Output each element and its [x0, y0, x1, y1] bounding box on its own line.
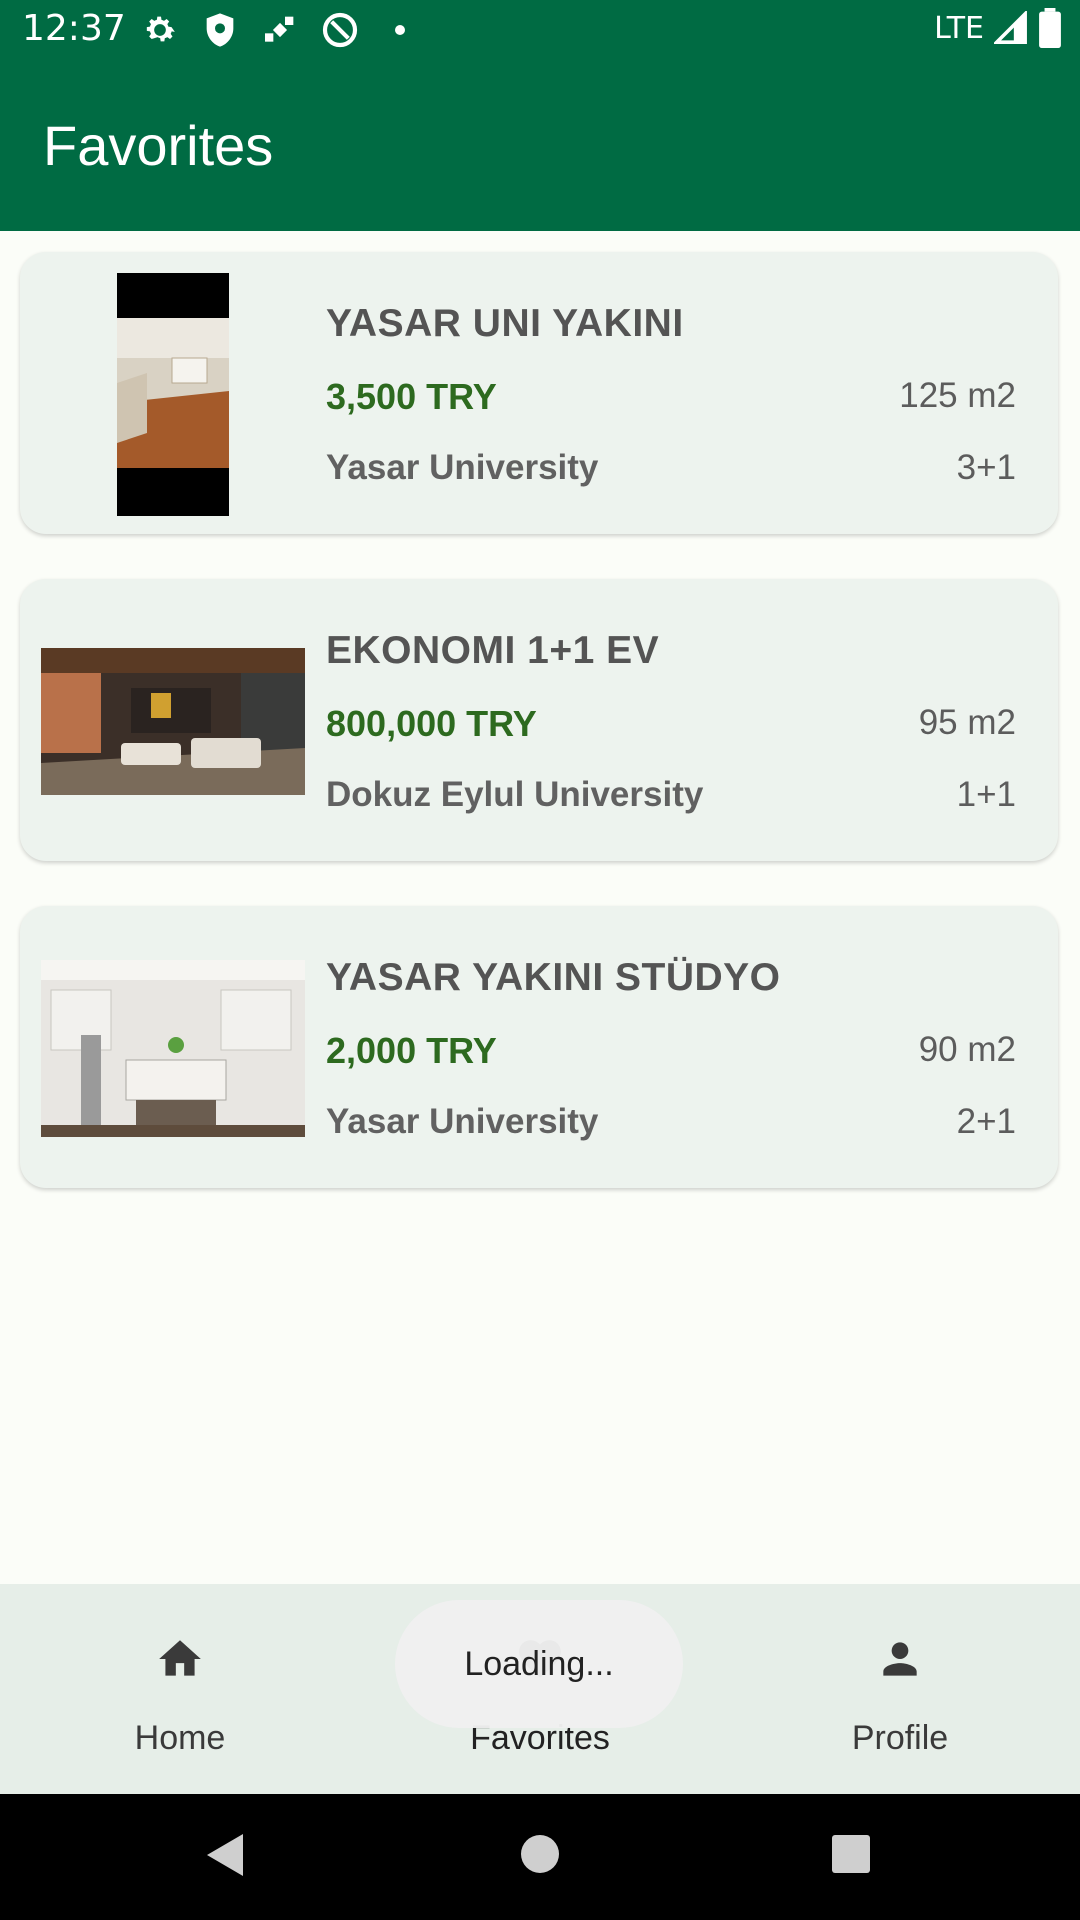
listing-title: YASAR YAKINI STÜDYO: [326, 956, 781, 999]
listing-rooms: 1+1: [956, 775, 1016, 814]
listing-university: Dokuz Eylul University: [326, 775, 704, 814]
listing-price: 800,000 TRY: [326, 703, 537, 744]
listing-area: 95 m2: [918, 703, 1016, 742]
listing-photo: [41, 960, 305, 1137]
loading-toast: Loading...: [395, 1600, 683, 1728]
back-icon[interactable]: [205, 1832, 245, 1878]
at-sign-icon: [320, 10, 360, 50]
gear-icon: [140, 10, 180, 50]
listing-rooms: 3+1: [956, 448, 1016, 487]
shield-icon: [200, 10, 240, 50]
nav-label-home: Home: [134, 1719, 226, 1757]
satellite-icon: [260, 10, 300, 50]
person-icon: [883, 1642, 917, 1676]
listing-title: YASAR UNI YAKINI: [326, 302, 684, 345]
signal-icon: [994, 11, 1027, 44]
listing-university: Yasar University: [326, 448, 599, 487]
page-title: Favorites: [43, 114, 274, 177]
listing-card[interactable]: EKONOMI 1+1 EV 800,000 TRY 95 m2 Dokuz E…: [20, 579, 1058, 861]
listing-title: EKONOMI 1+1 EV: [326, 629, 660, 672]
status-time: 12:37: [22, 8, 126, 49]
home-icon: [159, 1640, 201, 1676]
app-bar: Favorites: [0, 63, 1080, 231]
battery-icon: [1039, 8, 1061, 48]
nav-item-home[interactable]: Home: [0, 1584, 360, 1794]
listing-price: 2,000 TRY: [326, 1030, 497, 1071]
network-type: LTE: [934, 10, 984, 46]
nav-label-profile: Profile: [851, 1719, 949, 1757]
dot-icon: [380, 10, 420, 50]
nav-item-profile[interactable]: Profile: [720, 1584, 1080, 1794]
recents-icon[interactable]: [831, 1834, 871, 1874]
status-bar: 12:37 LTE: [0, 0, 1080, 63]
listing-card[interactable]: YASAR YAKINI STÜDYO 2,000 TRY 90 m2 Yasa…: [20, 906, 1058, 1188]
home-button-icon[interactable]: [520, 1834, 560, 1874]
listing-photo: [117, 273, 229, 516]
listing-price: 3,500 TRY: [326, 376, 497, 417]
listing-card[interactable]: YASAR UNI YAKINI 3,500 TRY 125 m2 Yasar …: [20, 252, 1058, 534]
listing-university: Yasar University: [326, 1102, 599, 1141]
system-nav-bar: [0, 1794, 1080, 1920]
listing-area: 90 m2: [918, 1030, 1016, 1069]
listing-area: 125 m2: [899, 376, 1016, 415]
listing-photo: [41, 648, 305, 795]
listing-rooms: 2+1: [956, 1102, 1016, 1141]
